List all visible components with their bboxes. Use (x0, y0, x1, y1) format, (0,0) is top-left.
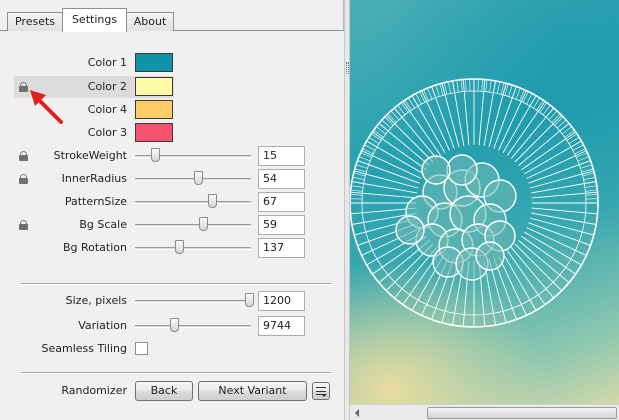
lock-icon[interactable] (19, 82, 28, 92)
param-row-patternsize: PatternSize 67 (0, 191, 344, 213)
slider-thumb[interactable] (170, 318, 180, 332)
output-row-size: Size, pixels 1200 (0, 290, 344, 312)
dropdown-arrow-icon (321, 394, 327, 397)
bgscale-slider[interactable] (135, 214, 251, 236)
settings-panel: Presets Settings About Color 1 Color 2 C… (0, 0, 344, 420)
param-row-bgscale: Bg Scale 59 (0, 214, 344, 236)
scrollbar-thumb[interactable] (427, 407, 617, 419)
scroll-left-arrow-icon[interactable] (350, 405, 366, 420)
color-label: Color 3 (87, 126, 127, 139)
seamless-label: Seamless Tiling (41, 342, 128, 355)
separator (21, 372, 331, 374)
param-row-bgrotation: Bg Rotation 137 (0, 237, 344, 259)
slider-thumb[interactable] (193, 171, 203, 185)
pattern-preview (350, 0, 619, 404)
bgrotation-slider[interactable] (135, 237, 251, 259)
bgscale-input[interactable]: 59 (258, 215, 305, 235)
color-swatch-2[interactable] (135, 77, 173, 96)
slider-thumb[interactable] (244, 293, 254, 307)
slider-thumb[interactable] (199, 217, 209, 231)
color-label: Color 4 (87, 103, 127, 116)
variation-slider[interactable] (135, 315, 251, 337)
color-swatch-4[interactable] (135, 100, 173, 119)
param-row-strokeweight: StrokeWeight 15 (0, 145, 344, 167)
param-label: StrokeWeight (53, 149, 127, 162)
color-label: Color 1 (87, 56, 127, 69)
pattern-artwork (350, 78, 599, 328)
annotation-arrow-icon (30, 90, 63, 124)
innerradius-input[interactable]: 54 (258, 169, 305, 189)
options-menu-button[interactable] (312, 382, 330, 400)
innerradius-slider[interactable] (135, 168, 251, 190)
seamless-row: Seamless Tiling (0, 338, 344, 360)
slider-thumb[interactable] (175, 240, 185, 254)
tab-settings[interactable]: Settings (62, 8, 127, 32)
color-swatch-1[interactable] (135, 53, 173, 72)
size-slider[interactable] (135, 290, 254, 312)
slider-thumb[interactable] (150, 148, 160, 162)
separator (21, 283, 331, 285)
color-swatch-3[interactable] (135, 123, 173, 142)
lock-icon[interactable] (19, 174, 28, 184)
bgrotation-input[interactable]: 137 (258, 238, 305, 258)
output-row-variation: Variation 9744 (0, 315, 344, 337)
tab-presets[interactable]: Presets (7, 12, 63, 31)
next-variant-button[interactable]: Next Variant (198, 381, 307, 401)
patternsize-slider[interactable] (135, 191, 251, 213)
patternsize-input[interactable]: 67 (258, 192, 305, 212)
param-label: InnerRadius (61, 172, 127, 185)
output-label: Size, pixels (65, 294, 127, 307)
slider-thumb[interactable] (207, 194, 217, 208)
splitter-grip-icon[interactable] (346, 62, 349, 74)
param-row-innerradius: InnerRadius 54 (0, 168, 344, 190)
randomizer-label: Randomizer (61, 384, 127, 397)
seamless-checkbox[interactable] (135, 342, 148, 355)
param-label: Bg Rotation (62, 241, 127, 254)
size-input[interactable]: 1200 (258, 291, 305, 311)
lock-icon[interactable] (19, 151, 28, 161)
output-label: Variation (78, 319, 127, 332)
strokeweight-slider[interactable] (135, 145, 251, 167)
tab-about[interactable]: About (126, 12, 174, 31)
param-label: PatternSize (64, 195, 127, 208)
param-label: Bg Scale (79, 218, 127, 231)
horizontal-scrollbar[interactable] (350, 404, 619, 420)
variation-input[interactable]: 9744 (258, 316, 305, 336)
strokeweight-input[interactable]: 15 (258, 146, 305, 166)
back-button[interactable]: Back (135, 381, 193, 401)
tab-bar: Presets Settings About (0, 0, 344, 32)
color-row-1: Color 1 (0, 52, 344, 74)
color-label: Color 2 (87, 80, 127, 93)
lock-icon[interactable] (19, 220, 28, 230)
